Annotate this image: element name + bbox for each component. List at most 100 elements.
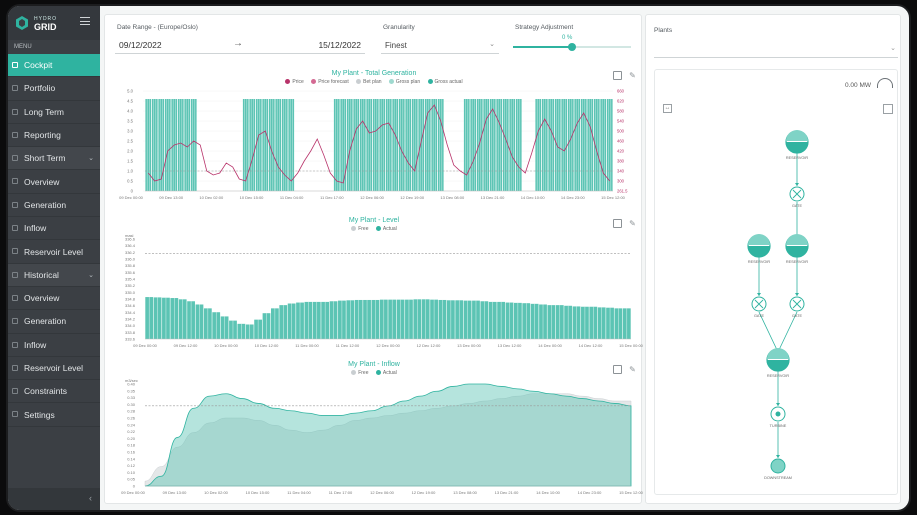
export-icon[interactable] — [613, 365, 622, 374]
plant-diagram: 0.00 MW ↔ RESERVOIR GATE RESERVOIR RESERVOI… — [654, 69, 898, 495]
sidebar-item-generation[interactable]: Generation — [8, 310, 100, 334]
sidebar-item-label: Inflow — [24, 223, 47, 234]
granularity-value: Finest — [385, 41, 407, 50]
legend-item-gross-plan[interactable]: Gross plan — [388, 79, 420, 85]
app-window: HYDRO GRID MENU Cockpit Portfolio Long Ter… — [6, 4, 911, 512]
granularity-label: Granularity — [383, 24, 415, 31]
date-to[interactable]: 15/12/2022 — [318, 40, 361, 50]
generation-bar — [606, 99, 613, 191]
x-tick-label: 12 Dec 12:00 — [417, 343, 442, 348]
y-tick-label: 0.30 — [127, 402, 136, 407]
legend-item-actual[interactable]: Actual — [375, 226, 397, 232]
generation-bar — [496, 99, 503, 191]
x-tick-label: 12 Dec 06:00 — [370, 490, 395, 495]
x-tick-label: 09 Dec 13:00 — [163, 490, 188, 495]
x-tick-label: 13 Dec 12:00 — [498, 343, 523, 348]
menu-item-icon — [12, 178, 18, 185]
sidebar-item-label: Reporting — [24, 130, 61, 141]
y-tick-label: 334.6 — [125, 303, 136, 308]
sidebar-item-settings[interactable]: Settings — [8, 403, 100, 427]
x-tick-label: 11 Dec 00:00 — [295, 343, 319, 348]
menu-item-icon — [12, 271, 18, 278]
sidebar-item-inflow[interactable]: Inflow — [8, 334, 100, 357]
hamburger-menu-icon[interactable] — [80, 17, 90, 25]
sidebar-item-constraints[interactable]: Constraints — [8, 380, 100, 404]
plants-select[interactable]: ⌄ — [654, 41, 898, 58]
generation-legend: Price Price forecast Bet plan Gross plan… — [105, 79, 643, 85]
sidebar-item-overview[interactable]: Overview — [8, 170, 100, 194]
export-icon[interactable] — [613, 71, 622, 80]
sidebar-item-overview[interactable]: Overview — [8, 287, 100, 311]
sidebar-item-label: Long Term — [24, 106, 65, 117]
y-tick-label: 0 — [133, 484, 136, 489]
y2-tick-label: 420 — [617, 149, 625, 154]
y-tick-label: 1.0 — [127, 169, 133, 174]
generation-bar — [151, 99, 158, 191]
reservoir-fill — [786, 246, 808, 257]
date-range-picker[interactable]: 09/12/2022 → 15/12/2022 — [115, 37, 365, 54]
legend-item-bet-plan[interactable]: Bet plan — [356, 79, 382, 85]
edit-icon[interactable]: ✎ — [628, 219, 637, 228]
sidebar-item-long-term[interactable]: Long Term — [8, 101, 100, 124]
legend-item-price[interactable]: Price — [285, 79, 304, 85]
legend-item-gross-actual[interactable]: Gross actual — [427, 79, 463, 85]
sidebar-item-label: Overview — [24, 293, 60, 304]
sidebar-item-inflow[interactable]: Inflow — [8, 217, 100, 241]
x-tick-label: 13 Dec 21:00 — [495, 490, 520, 495]
sidebar-item-reporting[interactable]: Reporting — [8, 124, 100, 148]
legend-item-free[interactable]: Free — [351, 370, 368, 376]
sidebar-item-historical[interactable]: Historical ⌄ — [8, 263, 100, 287]
granularity-select[interactable]: Finest ⌄ — [381, 37, 499, 54]
chevron-left-icon: ‹ — [89, 493, 92, 503]
y-tick-label: 0.10 — [127, 470, 136, 475]
legend-item-price-forecast[interactable]: Price forecast — [311, 79, 349, 85]
generation-bar — [398, 99, 405, 191]
generation-bar — [535, 99, 542, 191]
menu-caption: MENU — [14, 44, 32, 50]
sidebar-item-label: Portfolio — [24, 83, 56, 94]
generation-bar — [431, 99, 438, 191]
diagram-node-label: RESERVOIR — [748, 260, 771, 264]
export-icon[interactable] — [613, 219, 622, 228]
generation-bar — [541, 99, 548, 191]
reservoir-fill — [748, 246, 770, 257]
collapse-sidebar-button[interactable]: ‹ — [8, 488, 100, 510]
generation-bar — [548, 99, 555, 191]
menu-item-icon — [12, 341, 18, 348]
edit-icon[interactable]: ✎ — [628, 71, 637, 80]
sidebar-item-reservoir-level[interactable]: Reservoir Level — [8, 240, 100, 264]
y2-tick-label: 460 — [617, 139, 625, 144]
x-tick-label: 13 Dec 21:00 — [481, 195, 506, 200]
nav-list: Cockpit Portfolio Long Term Reporting Short … — [8, 54, 100, 427]
y-tick-label: 4.0 — [127, 109, 133, 114]
y-tick-label: 0.22 — [127, 429, 136, 434]
x-tick-label: 10 Dec 15:00 — [246, 490, 271, 495]
generation-bar — [145, 99, 152, 191]
strategy-slider[interactable] — [513, 43, 631, 51]
sidebar-item-generation[interactable]: Generation — [8, 194, 100, 218]
slider-thumb[interactable] — [568, 43, 576, 51]
sidebar-item-cockpit[interactable]: Cockpit — [8, 54, 100, 78]
menu-item-icon — [12, 411, 18, 418]
menu-item-icon — [12, 388, 18, 395]
generation-bar — [574, 99, 581, 191]
legend-item-free[interactable]: Free — [351, 226, 368, 232]
edit-icon[interactable]: ✎ — [628, 365, 637, 374]
generation-bar — [379, 99, 386, 191]
legend-item-actual[interactable]: Actual — [375, 370, 397, 376]
x-tick-label: 09 Dec 00:00 — [119, 195, 144, 200]
sidebar-item-portfolio[interactable]: Portfolio — [8, 77, 100, 101]
y-tick-label: 336.6 — [125, 237, 136, 242]
y2-tick-label: 620 — [617, 99, 625, 104]
generation-bar — [333, 99, 340, 191]
x-tick-label: 10 Dec 02:00 — [204, 490, 229, 495]
inflow-chart: m3/sec0.400.350.330.300.280.260.240.220.… — [121, 378, 643, 495]
y-tick-label: 4.5 — [127, 99, 133, 104]
inflow-area-actual — [144, 383, 632, 487]
generation-bar — [372, 99, 379, 191]
date-from[interactable]: 09/12/2022 — [119, 40, 162, 50]
sidebar-item-short-term[interactable]: Short Term ⌄ — [8, 147, 100, 171]
sidebar-item-reservoir-level[interactable]: Reservoir Level — [8, 357, 100, 381]
sidebar-item-label: Overview — [24, 176, 60, 187]
sidebar: HYDRO GRID MENU Cockpit Portfolio Long Ter… — [8, 6, 100, 510]
